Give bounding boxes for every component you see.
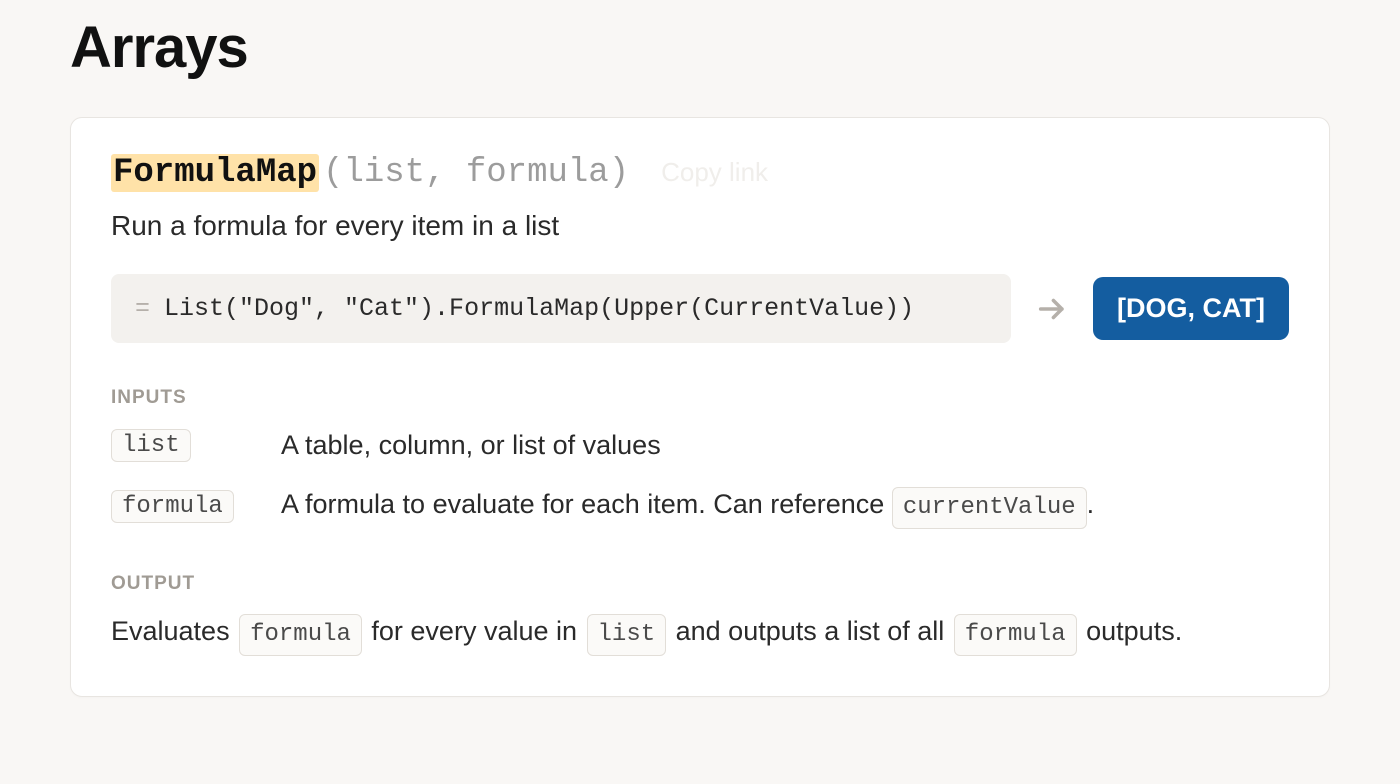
example-code-box: = List("Dog", "Cat").FormulaMap(Upper(Cu…	[111, 274, 1011, 343]
input-row: formula A formula to evaluate for each i…	[111, 484, 1289, 529]
output-token: list	[587, 614, 667, 656]
reference-token: currentValue	[892, 487, 1087, 529]
input-description: A table, column, or list of values	[281, 425, 661, 466]
output-description: Evaluates formula for every value in lis…	[111, 611, 1289, 656]
example-code: List("Dog", "Cat").FormulaMap(Upper(Curr…	[164, 294, 914, 323]
function-name: FormulaMap	[111, 154, 319, 192]
example-row: = List("Dog", "Cat").FormulaMap(Upper(Cu…	[111, 274, 1289, 343]
function-description: Run a formula for every item in a list	[111, 210, 1289, 242]
inputs-label: INPUTS	[111, 387, 1289, 409]
output-token: formula	[239, 614, 362, 656]
input-description: A formula to evaluate for each item. Can…	[281, 484, 1094, 529]
output-label: OUTPUT	[111, 573, 1289, 595]
output-token: formula	[954, 614, 1077, 656]
function-signature: FormulaMap(list, formula) Copy link	[111, 154, 1289, 192]
page-title: Arrays	[70, 0, 1330, 81]
copy-link-button[interactable]: Copy link	[661, 157, 768, 188]
example-result: [DOG, CAT]	[1093, 277, 1289, 340]
function-card: FormulaMap(list, formula) Copy link Run …	[70, 117, 1330, 697]
inputs-table: list A table, column, or list of values …	[111, 425, 1289, 529]
function-params: (list, formula)	[323, 154, 629, 192]
equals-icon: =	[135, 294, 150, 323]
input-name-token: list	[111, 429, 191, 462]
input-name-token: formula	[111, 490, 234, 523]
input-row: list A table, column, or list of values	[111, 425, 1289, 466]
arrow-right-icon	[1035, 292, 1069, 326]
